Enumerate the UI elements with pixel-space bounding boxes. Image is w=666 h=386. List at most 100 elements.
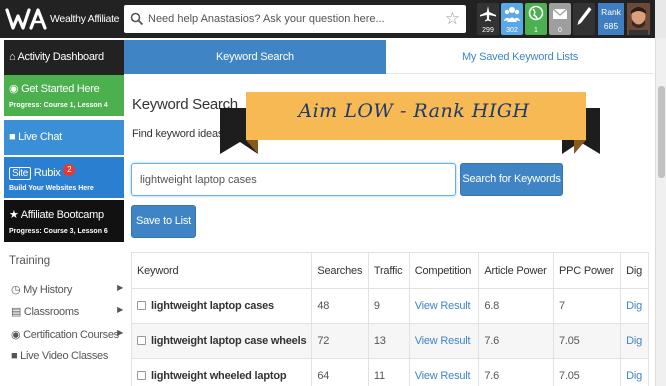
jet-count: 299 — [482, 27, 494, 34]
community-icon — [503, 7, 521, 22]
home-icon: ⌂ — [9, 51, 16, 63]
video-icon: ■ — [11, 350, 18, 362]
my-history-text: My History — [23, 284, 73, 296]
dig-link[interactable]: Dig — [626, 335, 642, 347]
row-checkbox[interactable] — [137, 371, 146, 380]
sidebar-item-activity-dashboard[interactable]: ⌂ Activity Dashboard — [4, 40, 124, 75]
jet-icon — [480, 6, 496, 22]
col-searches[interactable]: Searches — [311, 252, 369, 289]
keyword-cell: lightweight laptop case wheels — [130, 323, 313, 359]
keyword-text: lightweight laptop case wheels — [151, 335, 307, 347]
sidebar-item-live-chat[interactable]: ■ Live Chat — [4, 120, 124, 155]
col-traffic[interactable]: Traffic — [367, 252, 410, 289]
sidebar-activity-label: ⌂ Activity Dashboard — [9, 51, 104, 63]
classrooms-text: Classrooms — [23, 306, 79, 318]
dig-link[interactable]: Dig — [626, 300, 642, 312]
caret-right-icon: ▶ — [117, 328, 123, 337]
star-solid-icon: ★ — [9, 209, 19, 221]
siterubix-title: Site Rubix 2 — [9, 164, 76, 180]
searches-cell: 48 — [311, 288, 369, 324]
sidebar-item-get-started[interactable]: ◉ Get Started Here Progress: Course 1, L… — [4, 75, 124, 116]
top-bar: Wealthy Affiliate ☆ 299 302 1 0 — [0, 0, 666, 38]
col-dig[interactable]: Dig — [620, 252, 649, 289]
keyword-text: lightweight laptop cases — [151, 300, 274, 312]
view-result-link[interactable]: View Result — [415, 370, 471, 382]
site-badge: Site — [9, 167, 32, 180]
view-result-link[interactable]: View Result — [415, 300, 471, 312]
mail-tile[interactable]: 0 — [549, 3, 571, 35]
keyword-input[interactable] — [131, 163, 456, 196]
pencil-tile[interactable] — [573, 3, 595, 35]
siterubix-notification-badge: 2 — [63, 164, 76, 176]
keyword-cell: lightweight wheeled laptop — [130, 358, 313, 386]
jet-tile[interactable]: 299 — [477, 3, 499, 35]
get-started-text: Get Started Here — [21, 83, 100, 95]
col-ppc-power[interactable]: PPC Power — [552, 252, 622, 289]
wealthy-affiliate-logo[interactable]: Wealthy Affiliate — [4, 6, 122, 32]
article-power-cell: 7.6 — [478, 323, 554, 359]
globe-count: 1 — [534, 27, 538, 34]
help-search-input[interactable] — [148, 8, 438, 30]
sidebar-item-siterubix[interactable]: Site Rubix 2 Build Your Websites Here — [4, 157, 124, 198]
aim-low-rank-high-banner — [220, 92, 600, 154]
sidebar-item-classrooms[interactable]: ▤ Classrooms ▶ — [11, 305, 123, 318]
col-article-power[interactable]: Article Power — [478, 252, 554, 289]
sidebar-item-my-history[interactable]: ◷ My History ▶ — [11, 283, 123, 296]
tab-keyword-search[interactable]: Keyword Search — [124, 40, 386, 74]
avatar[interactable] — [627, 3, 650, 35]
sidebar-item-certification-courses[interactable]: ◉ Certification Courses ▶ — [11, 328, 123, 341]
competition-cell: View Result — [408, 323, 480, 359]
live-chat-label: ■ Live Chat — [9, 131, 62, 143]
dig-cell: Dig — [620, 358, 649, 386]
bootcamp-title: ★ Affiliate Bootcamp — [9, 208, 104, 221]
community-count: 302 — [506, 27, 518, 34]
live-chat-text: Live Chat — [18, 131, 62, 143]
search-for-keywords-button[interactable]: Search for Keywords — [460, 163, 563, 196]
page-scrollbar[interactable] — [655, 38, 666, 386]
table-header-row: Keyword Searches Traffic Competition Art… — [130, 252, 649, 289]
traffic-cell: 11 — [367, 358, 410, 386]
sidebar-item-live-video-classes[interactable]: ■ Live Video Classes — [11, 350, 123, 362]
row-checkbox[interactable] — [137, 301, 146, 310]
keyword-results-table: Keyword Searches Traffic Competition Art… — [130, 252, 649, 386]
tab-saved-keyword-lists[interactable]: My Saved Keyword Lists — [386, 40, 654, 74]
certification-courses-text: Certification Courses — [23, 329, 119, 341]
table-row: lightweight laptop case wheels 72 13 Vie… — [130, 323, 649, 359]
table-row: lightweight wheeled laptop 64 11 View Re… — [130, 358, 649, 386]
mail-icon — [552, 8, 568, 19]
col-keyword[interactable]: Keyword — [130, 252, 313, 289]
save-to-list-button[interactable]: Save to List — [131, 205, 196, 238]
wa-logo-icon — [5, 8, 47, 30]
view-result-link[interactable]: View Result — [415, 335, 471, 347]
keyword-cell: lightweight laptop cases — [130, 288, 313, 324]
caret-right-icon: ▶ — [117, 305, 123, 314]
row-checkbox[interactable] — [137, 336, 146, 345]
bootcamp-progress: Progress: Course 3, Lesson 6 — [9, 228, 108, 235]
globe-tile[interactable]: 1 — [525, 3, 547, 35]
dig-link[interactable]: Dig — [626, 370, 642, 382]
table-row: lightweight laptop cases 48 9 View Resul… — [130, 288, 649, 324]
dig-cell: Dig — [620, 288, 649, 324]
rubix-text: Rubix — [33, 167, 61, 179]
article-power-cell: 6.8 — [478, 288, 554, 324]
community-tile[interactable]: 302 — [501, 3, 523, 35]
rank-badge[interactable]: Rank 685 — [598, 3, 624, 35]
searches-cell: 72 — [311, 323, 369, 359]
article-power-cell: 7.6 — [478, 358, 554, 386]
get-started-title: ◉ Get Started Here — [9, 82, 100, 95]
ppc-power-cell: 7.05 — [552, 323, 622, 359]
scrollbar-thumb[interactable] — [658, 86, 665, 178]
ppc-power-cell: 7 — [552, 288, 622, 324]
classroom-icon: ▤ — [11, 306, 22, 318]
user-avatar-icon — [627, 3, 650, 35]
history-icon: ◷ — [11, 284, 21, 296]
sidebar-item-affiliate-bootcamp[interactable]: ★ Affiliate Bootcamp Progress: Course 3,… — [4, 200, 124, 242]
col-competition[interactable]: Competition — [408, 252, 480, 289]
caret-right-icon: ▶ — [117, 283, 123, 292]
sidebar: ⌂ Activity Dashboard ◉ Get Started Here … — [0, 38, 124, 386]
scrollbar-top — [655, 0, 666, 38]
logo-text: Wealthy Affiliate — [50, 13, 120, 25]
keyword-text: lightweight wheeled laptop — [151, 370, 287, 382]
banner-text: Aim LOW - Rank HIGH — [298, 100, 530, 122]
star-icon[interactable]: ☆ — [445, 9, 460, 29]
